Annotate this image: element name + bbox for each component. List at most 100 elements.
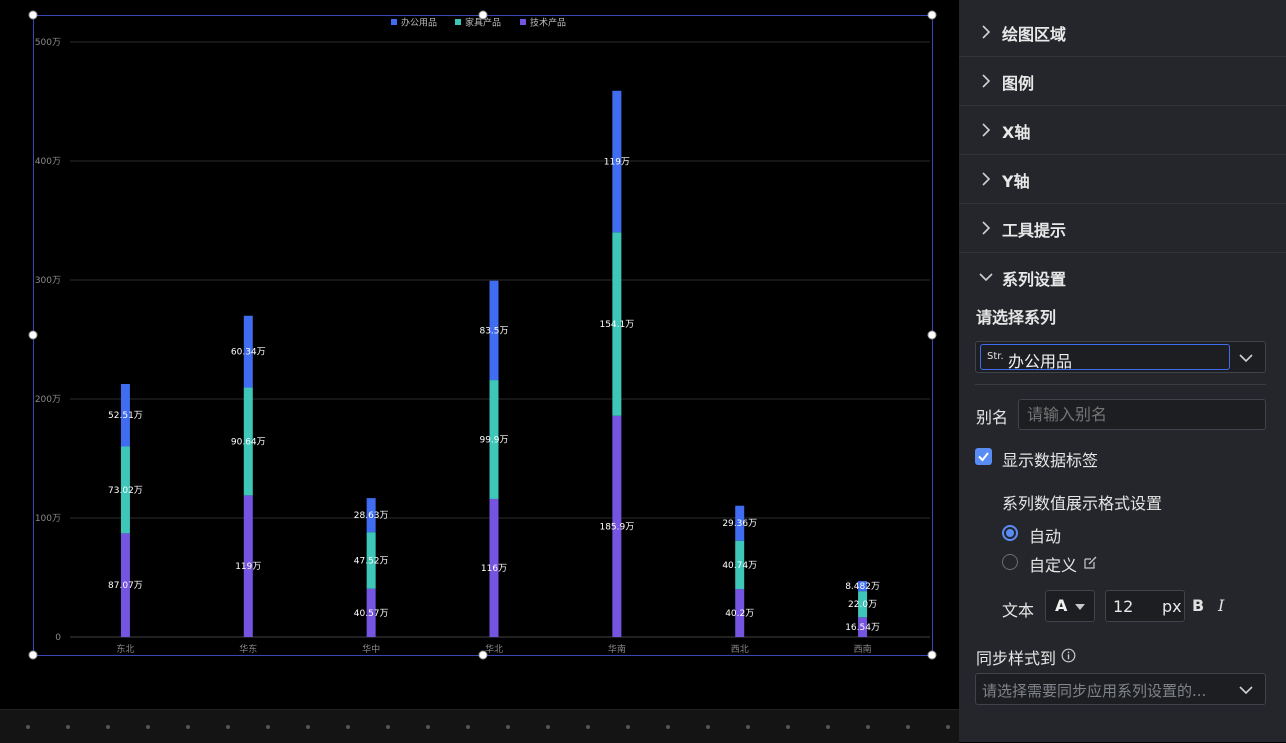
font-color-glyph: A <box>1055 596 1068 615</box>
toolbar-dot <box>866 725 870 729</box>
legend-swatch <box>455 19 461 25</box>
resize-handle[interactable] <box>28 10 38 20</box>
format-auto-label: 自动 <box>1029 527 1062 546</box>
toolbar-dot <box>306 725 310 729</box>
data-label: 73.02万 <box>108 486 143 496</box>
toolbar-dot <box>626 725 630 729</box>
font-size-input[interactable]: 12 px <box>1105 590 1185 622</box>
data-label: 40.2万 <box>725 609 754 619</box>
toolbar-dot <box>426 725 430 729</box>
x-tick-label: 华东 <box>239 643 257 655</box>
x-tick-label: 西南 <box>854 643 872 655</box>
section-tooltip[interactable]: 工具提示 <box>959 204 1286 253</box>
data-label: 47.52万 <box>354 556 389 566</box>
toolbar-dot <box>546 725 550 729</box>
toolbar-dot <box>226 725 230 729</box>
sync-style-label: 同步样式到 <box>976 649 1057 668</box>
series-select-label: 请选择系列 <box>976 308 1057 327</box>
section-series-settings[interactable]: 系列设置 <box>959 253 1286 301</box>
alias-label: 别名 <box>976 408 1009 427</box>
data-label: 116万 <box>481 564 507 574</box>
section-y-axis[interactable]: Y轴 <box>959 155 1286 204</box>
info-icon[interactable] <box>1061 648 1076 663</box>
x-tick-label: 西北 <box>731 644 749 655</box>
x-tick-label: 华南 <box>608 643 626 655</box>
toolbar-dot <box>586 725 590 729</box>
string-type-badge: Str. <box>987 351 1004 362</box>
data-label: 8.482万 <box>845 582 880 592</box>
resize-handle[interactable] <box>28 330 38 340</box>
section-label: 系列设置 <box>1002 270 1067 289</box>
y-tick-label: 300万 <box>35 276 61 286</box>
chevron-right-icon <box>982 172 991 186</box>
caret-down-icon <box>1075 604 1085 610</box>
sync-style-select[interactable]: 请选择需要同步应用系列设置的... <box>975 673 1266 705</box>
data-label: 29.36万 <box>722 519 757 529</box>
toolbar-dot <box>466 725 470 729</box>
sync-style-placeholder: 请选择需要同步应用系列设置的... <box>982 682 1207 700</box>
toolbar-dot <box>66 725 70 729</box>
chevron-down-icon <box>979 273 993 282</box>
show-labels-checkbox[interactable] <box>975 448 992 465</box>
data-label: 90.64万 <box>231 437 266 447</box>
y-tick-label: 400万 <box>35 157 61 167</box>
alias-input[interactable] <box>1018 399 1266 430</box>
section-label: X轴 <box>1002 123 1031 142</box>
data-label: 28.63万 <box>354 511 389 521</box>
resize-handle[interactable] <box>478 10 488 20</box>
stacked-bar-chart[interactable]: 0 100万 200万 300万 400万 500万 87.07万 73.02万 52.51万东… <box>0 0 959 709</box>
series-select[interactable]: Str. 办公用品 <box>975 341 1266 373</box>
x-tick-label: 东北 <box>116 643 134 655</box>
radio-dot <box>1006 529 1014 537</box>
data-label: 119万 <box>235 562 261 572</box>
bottom-toolbar <box>0 709 959 743</box>
legend-swatch <box>391 19 397 25</box>
toolbar-dot <box>906 725 910 729</box>
data-label: 185.9万 <box>599 522 634 532</box>
chevron-right-icon <box>982 221 991 235</box>
font-color-picker[interactable]: A <box>1045 590 1095 622</box>
radio-custom[interactable] <box>1002 554 1018 570</box>
data-label: 60.34万 <box>231 348 266 358</box>
divider <box>975 384 1266 385</box>
legend-label[interactable]: 办公用品 <box>401 17 437 29</box>
data-label: 83.5万 <box>479 326 508 336</box>
legend-label[interactable]: 技术产品 <box>530 17 566 29</box>
y-tick-label: 500万 <box>35 38 61 48</box>
resize-handle[interactable] <box>927 650 937 660</box>
toolbar-dot <box>826 725 830 729</box>
italic-button[interactable]: I <box>1218 596 1224 615</box>
data-label: 22.0万 <box>848 600 877 610</box>
edit-icon[interactable] <box>1083 555 1098 570</box>
toolbar-dot <box>26 725 30 729</box>
radio-auto[interactable] <box>1002 525 1018 541</box>
settings-panel: 绘图区域 图例 X轴 Y轴 工具提示 系列设置 请选择系列 Str. 办公用品 … <box>959 0 1286 742</box>
chevron-right-icon <box>982 74 991 88</box>
data-label: 154.1万 <box>599 320 634 330</box>
chevron-right-icon <box>982 123 991 137</box>
section-label: Y轴 <box>1002 172 1030 191</box>
text-style-label: 文本 <box>1002 601 1035 620</box>
data-label: 52.51万 <box>108 411 143 421</box>
y-tick-label: 0 <box>55 633 61 643</box>
series-select-value: 办公用品 <box>1008 352 1073 371</box>
toolbar-dot <box>746 725 750 729</box>
resize-handle[interactable] <box>927 330 937 340</box>
checkmark-icon <box>978 452 989 462</box>
resize-handle[interactable] <box>28 650 38 660</box>
toolbar-dot <box>786 725 790 729</box>
toolbar-dot <box>666 725 670 729</box>
chevron-down-icon <box>1239 354 1253 363</box>
show-labels-text: 显示数据标签 <box>1002 451 1099 470</box>
chevron-right-icon <box>982 25 991 39</box>
series-select-focus-box: Str. 办公用品 <box>980 344 1230 371</box>
section-plot-area[interactable]: 绘图区域 <box>959 8 1286 57</box>
section-x-axis[interactable]: X轴 <box>959 106 1286 155</box>
toolbar-dot <box>186 725 190 729</box>
data-label: 119万 <box>604 158 630 168</box>
resize-handle[interactable] <box>927 10 937 20</box>
format-title: 系列数值展示格式设置 <box>1002 494 1163 513</box>
bold-button[interactable]: B <box>1192 596 1204 615</box>
resize-handle[interactable] <box>478 650 488 660</box>
section-legend[interactable]: 图例 <box>959 57 1286 106</box>
